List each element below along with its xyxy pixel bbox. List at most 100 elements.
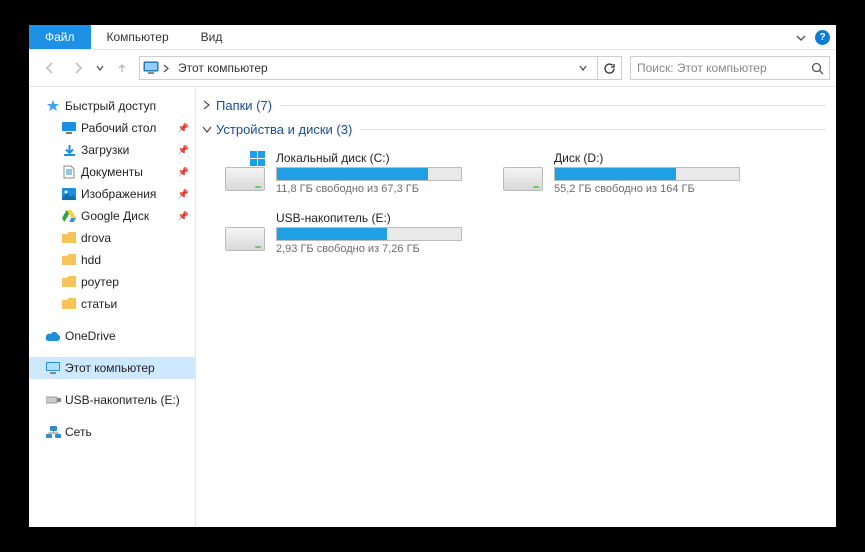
- pin-icon: 📌: [178, 167, 189, 178]
- sidebar-label: Google Диск: [81, 209, 149, 223]
- drive-usage-bar: [276, 227, 462, 241]
- sidebar-pictures[interactable]: Изображения 📌: [29, 183, 195, 205]
- sidebar-label: Документы: [81, 165, 143, 179]
- sidebar-label: hdd: [81, 253, 101, 267]
- group-folders-title: Папки (7): [216, 98, 272, 113]
- sidebar-folder-hdd[interactable]: hdd: [29, 249, 195, 271]
- group-drives-title: Устройства и диски (3): [216, 122, 352, 137]
- group-folders-header[interactable]: Папки (7): [196, 93, 836, 117]
- folder-icon: [61, 296, 77, 312]
- sidebar-documents[interactable]: Документы 📌: [29, 161, 195, 183]
- documents-icon: [61, 164, 77, 180]
- forward-button[interactable]: [65, 55, 91, 81]
- search-input[interactable]: [631, 61, 805, 75]
- desktop-icon: [61, 120, 77, 136]
- this-pc-icon: [140, 58, 162, 78]
- sidebar-label: роутер: [81, 275, 119, 289]
- pin-icon: 📌: [178, 145, 189, 156]
- sidebar-gdrive[interactable]: Google Диск 📌: [29, 205, 195, 227]
- hard-drive-icon: [224, 211, 266, 253]
- help-icon[interactable]: ?: [815, 30, 830, 45]
- drive-item[interactable]: USB-накопитель (E:) 2,93 ГБ свободно из 7…: [218, 205, 468, 261]
- sidebar-label: Сеть: [65, 425, 92, 439]
- navigation-pane: Быстрый доступ Рабочий стол 📌 Загрузки 📌…: [29, 87, 196, 527]
- divider: [360, 129, 826, 130]
- hard-drive-icon: [224, 151, 266, 193]
- sidebar-label: Рабочий стол: [81, 121, 156, 135]
- group-drives-header[interactable]: Устройства и диски (3): [196, 117, 836, 141]
- sidebar-label: USB-накопитель (E:): [65, 393, 180, 407]
- drive-info: Диск (D:) 55,2 ГБ свободно из 164 ГБ: [554, 151, 740, 195]
- drive-item[interactable]: Диск (D:) 55,2 ГБ свободно из 164 ГБ: [496, 145, 746, 201]
- drive-info: Локальный диск (C:) 11,8 ГБ свободно из 6…: [276, 151, 462, 195]
- sidebar-label: статьи: [81, 297, 117, 311]
- ribbon-menubar: Файл Компьютер Вид ?: [29, 25, 836, 50]
- sidebar-label: Загрузки: [81, 143, 129, 157]
- drives-grid: Локальный диск (C:) 11,8 ГБ свободно из 6…: [196, 141, 836, 271]
- drive-name: Диск (D:): [554, 151, 740, 165]
- drive-free-text: 55,2 ГБ свободно из 164 ГБ: [554, 183, 740, 195]
- pin-icon: 📌: [178, 189, 189, 200]
- network-icon: [45, 424, 61, 440]
- sidebar-onedrive[interactable]: OneDrive: [29, 325, 195, 347]
- divider: [280, 105, 826, 106]
- onedrive-icon: [45, 328, 61, 344]
- breadcrumb-location[interactable]: Этот компьютер: [176, 61, 270, 75]
- star-icon: [45, 98, 61, 114]
- drive-free-text: 2,93 ГБ свободно из 7,26 ГБ: [276, 243, 462, 255]
- history-dropdown-icon[interactable]: [93, 64, 107, 72]
- hard-drive-icon: [502, 151, 544, 193]
- drive-item[interactable]: Локальный диск (C:) 11,8 ГБ свободно из 6…: [218, 145, 468, 201]
- drive-name: Локальный диск (C:): [276, 151, 462, 165]
- sidebar-network[interactable]: Сеть: [29, 421, 195, 443]
- sidebar-folder-drova[interactable]: drova: [29, 227, 195, 249]
- menu-view[interactable]: Вид: [185, 25, 239, 49]
- drive-name: USB-накопитель (E:): [276, 211, 462, 225]
- up-button[interactable]: [109, 55, 135, 81]
- this-pc-icon: [45, 360, 61, 376]
- gdrive-icon: [61, 208, 77, 224]
- sidebar-label: OneDrive: [65, 329, 116, 343]
- pin-icon: 📌: [178, 123, 189, 134]
- drive-usage-bar: [554, 167, 740, 181]
- breadcrumb-sep-icon[interactable]: [162, 64, 176, 73]
- usb-drive-icon: [45, 392, 61, 408]
- menu-file[interactable]: Файл: [29, 25, 91, 49]
- downloads-icon: [61, 142, 77, 158]
- pin-icon: 📌: [178, 211, 189, 222]
- folder-icon: [61, 274, 77, 290]
- pictures-icon: [61, 186, 77, 202]
- sidebar-label: drova: [81, 231, 111, 245]
- explorer-window: Файл Компьютер Вид ?: [29, 25, 836, 527]
- address-dropdown-icon[interactable]: [579, 64, 597, 72]
- sidebar-folder-articles[interactable]: статьи: [29, 293, 195, 315]
- sidebar-downloads[interactable]: Загрузки 📌: [29, 139, 195, 161]
- windows-badge-icon: [250, 151, 266, 167]
- drive-usage-bar: [276, 167, 462, 181]
- search-box[interactable]: [630, 56, 830, 80]
- back-button[interactable]: [37, 55, 63, 81]
- sidebar-usb[interactable]: USB-накопитель (E:): [29, 389, 195, 411]
- menu-computer[interactable]: Компьютер: [91, 25, 185, 49]
- drive-free-text: 11,8 ГБ свободно из 67,3 ГБ: [276, 183, 462, 195]
- chevron-right-icon: [202, 100, 216, 110]
- sidebar-label: Быстрый доступ: [65, 99, 156, 113]
- sidebar-label: Изображения: [81, 187, 156, 201]
- folder-icon: [61, 230, 77, 246]
- chevron-down-icon: [202, 125, 216, 133]
- sidebar-folder-router[interactable]: роутер: [29, 271, 195, 293]
- sidebar-desktop[interactable]: Рабочий стол 📌: [29, 117, 195, 139]
- menubar-right: ?: [793, 25, 830, 50]
- search-icon[interactable]: [805, 56, 829, 80]
- sidebar-label: Этот компьютер: [65, 361, 155, 375]
- navigation-bar: Этот компьютер: [29, 50, 836, 86]
- content-pane: Папки (7) Устройства и диски (3) Локальн…: [196, 87, 836, 527]
- refresh-button[interactable]: [597, 56, 621, 80]
- address-bar[interactable]: Этот компьютер: [139, 56, 622, 80]
- sidebar-quick-access[interactable]: Быстрый доступ: [29, 95, 195, 117]
- sidebar-this-pc[interactable]: Этот компьютер: [29, 357, 195, 379]
- explorer-body: Быстрый доступ Рабочий стол 📌 Загрузки 📌…: [29, 86, 836, 527]
- folder-icon: [61, 252, 77, 268]
- drive-info: USB-накопитель (E:) 2,93 ГБ свободно из 7…: [276, 211, 462, 255]
- ribbon-toggle-icon[interactable]: [793, 30, 809, 46]
